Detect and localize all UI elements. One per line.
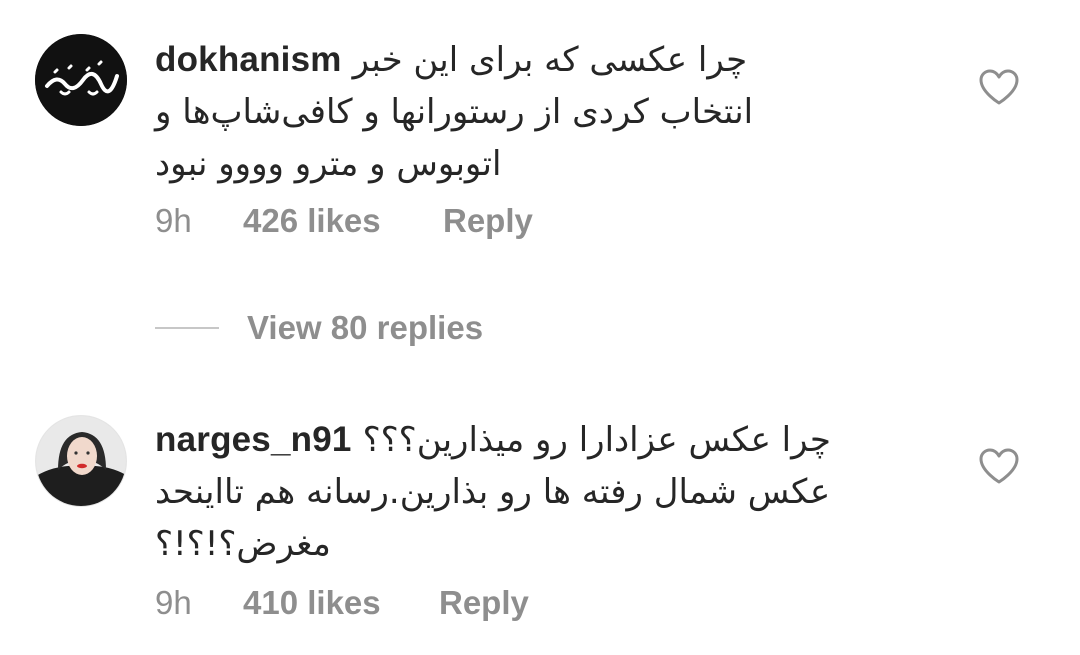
view-replies-button[interactable]: View 80 replies <box>155 308 483 348</box>
comment-username[interactable]: dokhanism <box>155 40 342 79</box>
comment-body: narges_n91 چرا عکس عزادارا رو میذارین؟؟؟… <box>155 414 895 570</box>
comment-item: narges_n91 چرا عکس عزادارا رو میذارین؟؟؟… <box>0 395 1080 655</box>
view-replies-label: View 80 replies <box>247 309 484 346</box>
replies-divider-line <box>155 327 219 329</box>
avatar-photo <box>36 416 126 506</box>
avatar[interactable] <box>35 415 127 507</box>
comment-likes[interactable]: 410 likes <box>243 584 439 622</box>
comment-item: dokhanism چرا عکسی که برای این خبر انتخا… <box>0 0 1080 260</box>
avatar[interactable] <box>35 34 127 126</box>
reply-button[interactable]: Reply <box>443 202 533 240</box>
comment-meta: 9h 426 likes Reply <box>155 202 533 240</box>
reply-button[interactable]: Reply <box>439 584 529 622</box>
comment-meta: 9h 410 likes Reply <box>155 584 529 622</box>
comment-username[interactable]: narges_n91 <box>155 420 352 459</box>
heart-outline-icon[interactable] <box>978 68 1020 106</box>
heart-outline-icon[interactable] <box>978 447 1020 485</box>
comment-likes[interactable]: 426 likes <box>243 202 443 240</box>
comment-body: dokhanism چرا عکسی که برای این خبر انتخا… <box>155 34 825 190</box>
comment-time: 9h <box>155 584 192 621</box>
avatar-logo <box>35 34 127 126</box>
comment-time: 9h <box>155 202 192 239</box>
